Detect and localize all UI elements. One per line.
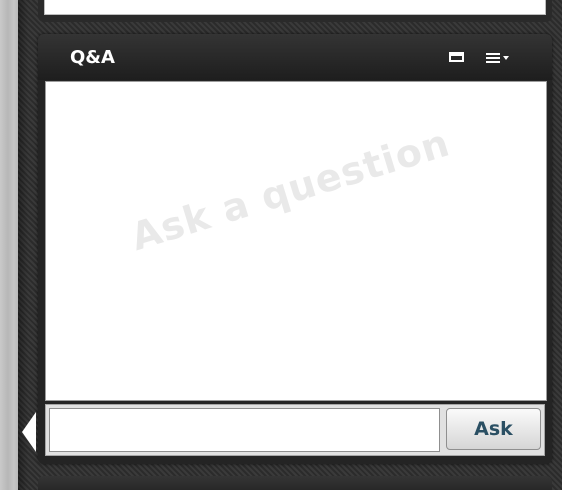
next-panel: [38, 476, 552, 490]
qa-title: Q&A: [70, 47, 115, 68]
list-menu-icon[interactable]: [484, 50, 524, 66]
question-input-row: Ask: [45, 404, 545, 456]
previous-panel-body: [44, 0, 546, 15]
qa-header: Q&A: [38, 34, 552, 80]
qa-panel: Q&A Ask a question Ask: [38, 34, 552, 464]
chevron-down-icon: [503, 56, 509, 60]
window-frame-shape: [449, 52, 464, 62]
questions-list: Ask a question: [45, 81, 547, 401]
previous-panel: [38, 0, 552, 22]
question-input[interactable]: [49, 408, 440, 452]
menu-lines-shape: [486, 53, 500, 63]
app-stage: Q&A Ask a question Ask: [0, 0, 562, 490]
empty-state-watermark: Ask a question: [126, 120, 455, 260]
collapse-arrow-icon[interactable]: [22, 412, 36, 452]
popout-window-icon[interactable]: [448, 50, 468, 66]
ask-button[interactable]: Ask: [446, 408, 541, 450]
